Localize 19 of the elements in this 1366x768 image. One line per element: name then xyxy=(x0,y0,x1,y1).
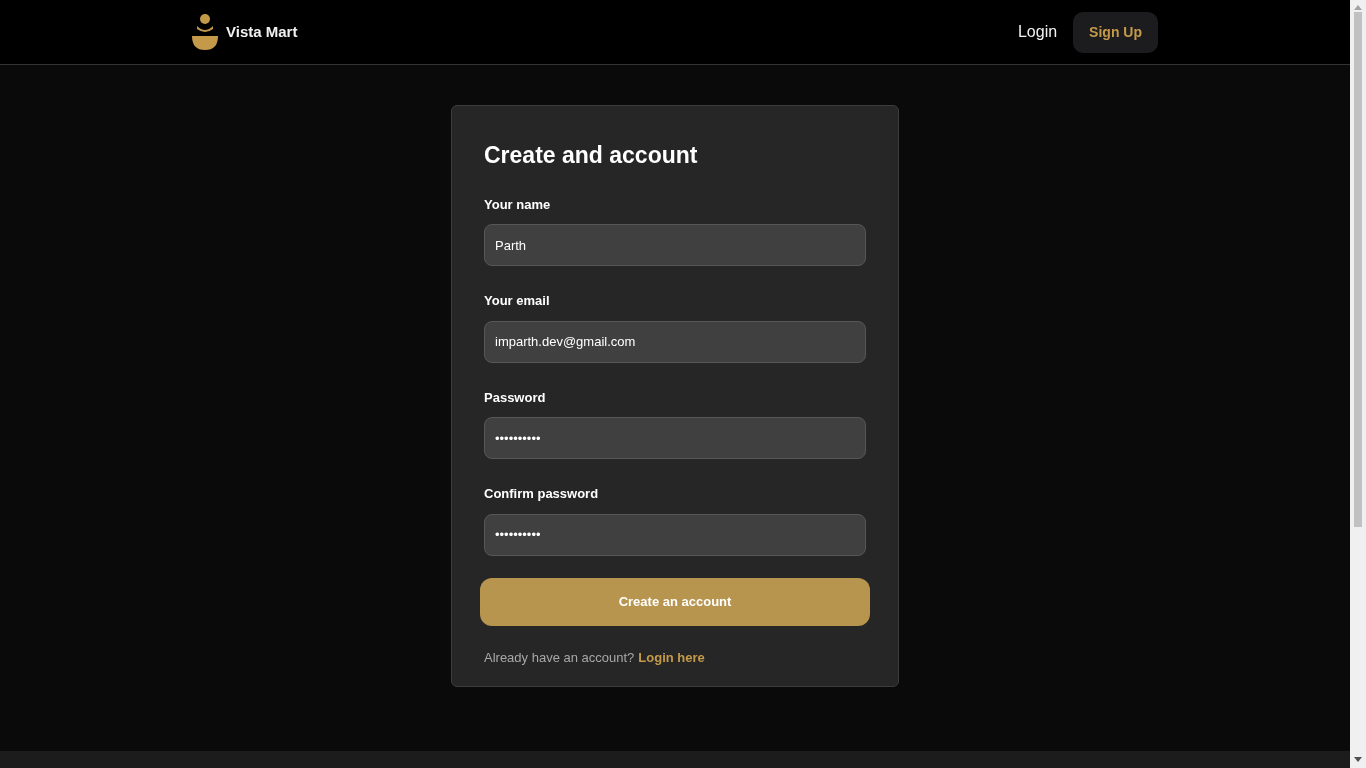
signup-button[interactable]: Sign Up xyxy=(1073,11,1158,53)
scroll-down-icon[interactable] xyxy=(1354,757,1362,762)
scroll-up-icon[interactable] xyxy=(1354,5,1362,10)
input-field[interactable]: •••••••••• xyxy=(484,417,866,460)
login-here-link[interactable]: Login here xyxy=(638,647,705,668)
brand-name[interactable]: Vista Mart xyxy=(226,20,298,44)
logo-icon xyxy=(192,14,218,50)
field-label: Your name xyxy=(484,195,551,214)
login-link[interactable]: Login xyxy=(1017,20,1058,44)
form-title: Create and account xyxy=(484,142,699,170)
field-label: Your email xyxy=(484,292,550,311)
field-label: Confirm password xyxy=(484,485,599,504)
field-label: Password xyxy=(484,388,546,407)
input-field[interactable]: Parth xyxy=(484,224,866,267)
input-field[interactable]: •••••••••• xyxy=(484,513,866,556)
input-field[interactable]: imparth.dev@gmail.com xyxy=(484,320,866,363)
login-prompt-text: Already have an account? xyxy=(484,648,635,667)
scroll-thumb[interactable] xyxy=(1354,12,1362,527)
scrollbar[interactable] xyxy=(1350,0,1366,768)
